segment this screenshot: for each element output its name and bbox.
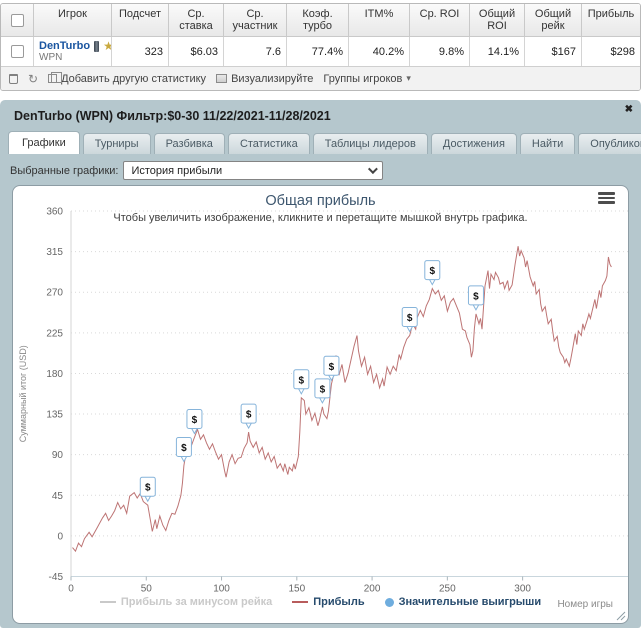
player-name-link[interactable]: DenTurbo xyxy=(39,40,90,52)
col-player: Игрок xyxy=(33,4,111,37)
select-all-checkbox[interactable] xyxy=(10,13,24,27)
chevron-down-icon: ▾ xyxy=(406,73,411,83)
svg-text:$: $ xyxy=(473,291,479,302)
value-count: 323 xyxy=(111,37,168,66)
copy-icon xyxy=(48,72,63,83)
svg-text:$: $ xyxy=(407,313,413,324)
value-avg-entrants: 7.6 xyxy=(223,37,286,66)
tab-publish[interactable]: Опубликовать xyxy=(578,133,641,154)
tab-leaderboards[interactable]: Таблицы лидеров xyxy=(312,133,428,154)
player-stats-table: Игрок Подсчет Ср. ставка Ср. участник Ко… xyxy=(0,3,641,91)
svg-text:300: 300 xyxy=(514,584,531,595)
line-swatch-icon xyxy=(292,601,309,603)
svg-text:360: 360 xyxy=(46,207,63,218)
svg-text:135: 135 xyxy=(46,410,63,421)
window-title: DenTurbo (WPN) Фильтр:$0-30 11/22/2021-1… xyxy=(14,109,331,123)
stats-table-header: Игрок Подсчет Ср. ставка Ср. участник Ко… xyxy=(1,4,640,37)
svg-text:100: 100 xyxy=(213,584,230,595)
tab-bar: Графики Турниры Разбивка Статистика Табл… xyxy=(0,128,641,154)
graph-select-value: История прибыли xyxy=(131,164,223,177)
value-profit: $298 xyxy=(581,37,640,66)
dot-swatch-icon xyxy=(384,597,394,607)
table-toolbar: ↻ Добавить другую статистику Визуализиру… xyxy=(1,66,640,90)
x-axis-title: Номер игры xyxy=(557,599,613,610)
svg-text:$: $ xyxy=(181,443,187,454)
chevron-down-icon xyxy=(368,164,379,175)
svg-text:$: $ xyxy=(320,384,326,395)
profit-chart: Общая прибыль Чтобы увеличить изображени… xyxy=(12,185,629,624)
chart-plot-area[interactable]: -45 0 45 90 135 180 225 270 315 360 0 50 100 150 200 25… xyxy=(13,186,628,624)
col-avg-stake: Ср. ставка xyxy=(168,4,223,37)
svg-text:180: 180 xyxy=(46,369,63,380)
row-checkbox[interactable] xyxy=(10,45,24,58)
resize-grip[interactable] xyxy=(615,610,626,621)
add-statistic-button[interactable]: Добавить другую статистику xyxy=(48,72,207,85)
col-avg-roi: Ср. ROI xyxy=(409,4,469,37)
legend-item-profit-minus-rake[interactable]: Прибыль за минусом рейка xyxy=(99,596,272,608)
legend-item-profit[interactable]: Прибыль xyxy=(292,596,365,608)
tab-tournaments[interactable]: Турниры xyxy=(82,133,151,154)
graph-ribbon-icon[interactable] xyxy=(94,40,100,52)
svg-text:-45: -45 xyxy=(49,572,64,583)
svg-text:0: 0 xyxy=(57,531,63,542)
player-detail-window: ✖ DenTurbo (WPN) Фильтр:$0-30 11/22/2021… xyxy=(0,100,641,628)
value-total-rake: $167 xyxy=(524,37,581,66)
svg-text:$: $ xyxy=(246,410,252,421)
value-turbo: 77.4% xyxy=(286,37,348,66)
delete-button[interactable] xyxy=(9,73,18,84)
tab-breakdown[interactable]: Разбивка xyxy=(153,133,225,154)
legend-item-significant-wins[interactable]: Значительные выигрыши xyxy=(384,596,541,608)
svg-text:225: 225 xyxy=(46,328,63,339)
graph-select[interactable]: История прибыли xyxy=(123,161,384,180)
col-itm: ITM% xyxy=(348,4,409,37)
player-cell: DenTurbo ★ WPN xyxy=(33,37,114,66)
visualize-button[interactable]: Визуализируйте xyxy=(216,73,313,85)
svg-text:250: 250 xyxy=(439,584,456,595)
svg-text:$: $ xyxy=(192,415,198,426)
refresh-button[interactable]: ↻ xyxy=(28,71,39,86)
close-icon[interactable]: ✖ xyxy=(625,104,633,115)
value-avg-roi: 9.8% xyxy=(409,37,469,66)
chart-legend: Прибыль за минусом рейка Прибыль Значите… xyxy=(13,596,628,608)
svg-text:Суммарный итог (USD): Суммарный итог (USD) xyxy=(18,345,28,442)
graph-select-label: Выбранные графики: xyxy=(10,164,119,177)
col-count: Подсчет xyxy=(111,4,168,37)
visualize-label: Визуализируйте xyxy=(231,72,314,85)
image-icon xyxy=(216,74,228,83)
player-groups-label: Группы игроков xyxy=(323,72,403,85)
svg-text:200: 200 xyxy=(364,584,381,595)
svg-text:$: $ xyxy=(329,362,335,373)
svg-text:270: 270 xyxy=(46,288,63,299)
svg-text:$: $ xyxy=(430,266,436,277)
value-total-roi: 14.1% xyxy=(469,37,524,66)
col-turbo: Коэф. турбо xyxy=(286,4,348,37)
svg-text:315: 315 xyxy=(46,247,63,258)
tab-graphs[interactable]: Графики xyxy=(8,131,80,154)
svg-text:45: 45 xyxy=(52,491,64,502)
value-avg-stake: $6.03 xyxy=(168,37,223,66)
col-total-roi: Общий ROI xyxy=(469,4,524,37)
svg-text:$: $ xyxy=(299,375,305,386)
svg-text:50: 50 xyxy=(141,584,153,595)
trash-icon xyxy=(9,73,18,84)
table-row: DenTurbo ★ WPN 323 $6.03 7.6 77.4% 40.2%… xyxy=(1,37,640,66)
value-itm: 40.2% xyxy=(348,37,409,66)
svg-text:150: 150 xyxy=(288,584,305,595)
refresh-icon: ↻ xyxy=(28,71,39,86)
add-statistic-label: Добавить другую статистику xyxy=(61,72,207,85)
player-network: WPN xyxy=(39,52,63,63)
tab-statistics[interactable]: Статистика xyxy=(227,133,310,154)
col-profit: Прибыль xyxy=(581,4,640,37)
col-total-rake: Общий рейк xyxy=(524,4,581,37)
svg-text:0: 0 xyxy=(68,584,74,595)
tab-achievements[interactable]: Достижения xyxy=(430,133,517,154)
line-swatch-icon xyxy=(99,601,116,603)
col-avg-entrants: Ср. участник xyxy=(223,4,286,37)
svg-text:$: $ xyxy=(145,483,151,494)
tab-find[interactable]: Найти xyxy=(519,133,576,154)
svg-text:90: 90 xyxy=(52,450,64,461)
player-groups-dropdown[interactable]: Группы игроков ▾ xyxy=(323,73,411,85)
graph-select-row: Выбранные графики: История прибыли xyxy=(0,154,641,184)
